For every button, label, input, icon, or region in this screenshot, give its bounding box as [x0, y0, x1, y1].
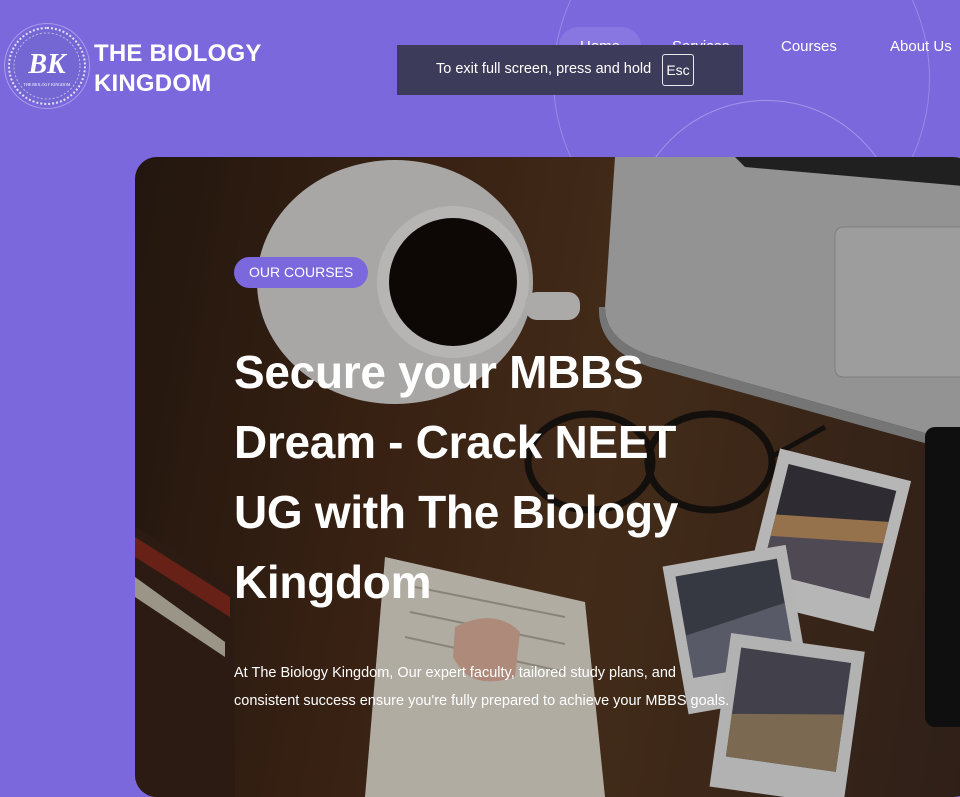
- hero-description: At The Biology Kingdom, Our expert facul…: [234, 665, 730, 709]
- svg-text:THE BIOLOGY KINGDOM: THE BIOLOGY KINGDOM: [24, 82, 71, 87]
- fullscreen-notice: To exit full screen, press and hold Esc: [397, 45, 743, 95]
- fullscreen-notice-text: To exit full screen, press and hold: [436, 61, 652, 77]
- nav-item-about-us[interactable]: About Us: [890, 38, 952, 55]
- esc-key-indicator: Esc: [662, 54, 694, 86]
- our-courses-badge[interactable]: OUR COURSES: [234, 257, 369, 288]
- hero-banner: OUR COURSES Secure your MBBS Dream - Cra…: [135, 157, 960, 797]
- nav-item-courses[interactable]: Courses: [781, 38, 837, 55]
- brand-name-line2: KINGDOM: [94, 70, 212, 97]
- hero-title: Secure your MBBS Dream - Crack NEET UG w…: [234, 346, 679, 608]
